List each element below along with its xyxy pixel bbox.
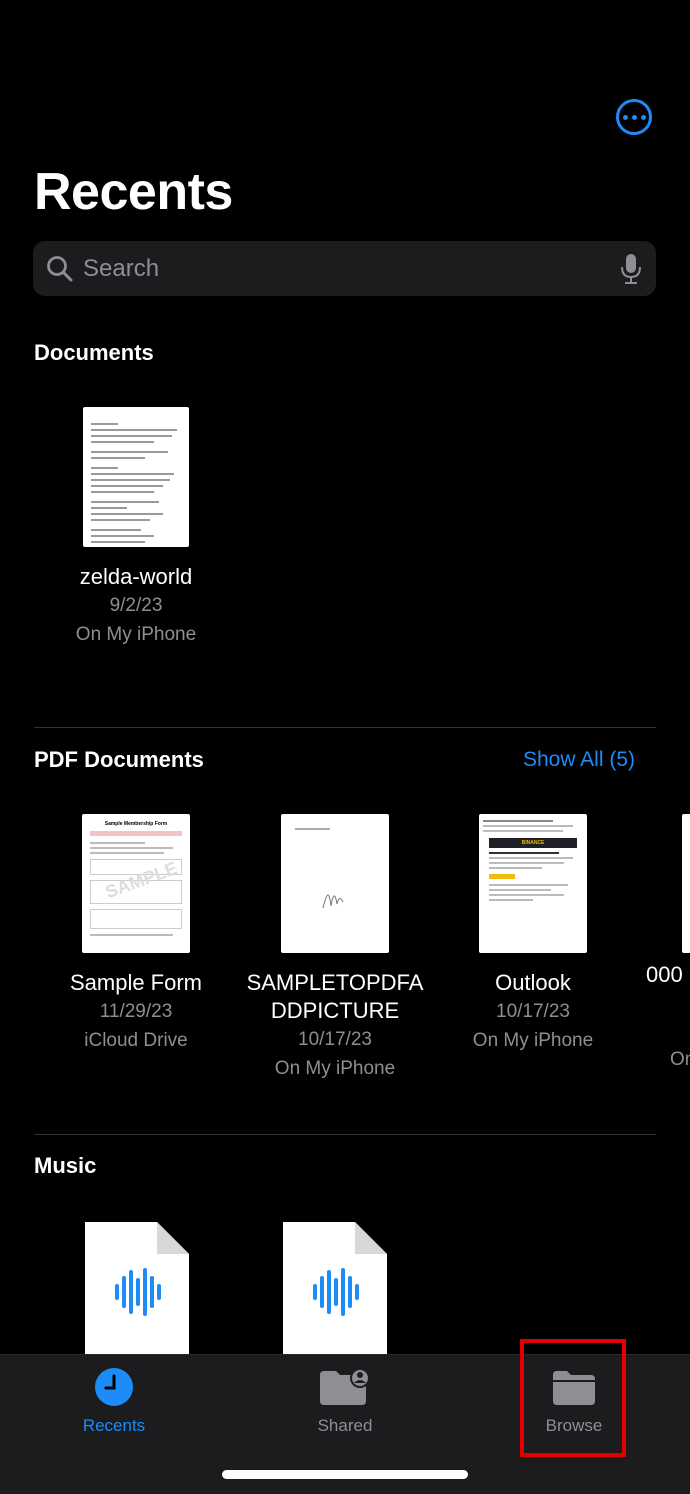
show-all-pdf-link[interactable]: Show All (5)	[523, 748, 635, 772]
file-name: SAMPLETOPDFA DDPICTURE	[246, 970, 424, 1023]
file-date: 10/17/23	[496, 1001, 570, 1022]
browse-tab-highlight-box	[520, 1339, 626, 1457]
file-zelda-world[interactable]: zelda-world 9/2/23 On My iPhone	[36, 407, 236, 649]
file-outlook[interactable]: BINANCE Outlook 10/17/23 On My iPhone	[433, 814, 633, 1055]
file-name: Outlook	[495, 970, 571, 995]
search-input[interactable]	[81, 253, 620, 284]
shared-folder-icon	[320, 1368, 370, 1405]
file-location: iCloud Drive	[84, 1030, 188, 1051]
divider	[34, 727, 656, 728]
search-icon	[47, 255, 73, 281]
file-sampletopdfaddpicture[interactable]: SAMPLETOPDFA DDPICTURE 10/17/23 On My iP…	[235, 814, 435, 1083]
file-date: 9/2/23	[109, 595, 163, 616]
section-title-documents: Documents	[34, 340, 154, 365]
more-options-button[interactable]	[616, 99, 652, 135]
divider	[34, 1134, 656, 1135]
file-location: On My iPhone	[274, 1058, 396, 1079]
signature-image	[322, 894, 344, 909]
page-title: Recents	[34, 163, 233, 221]
file-location: On My iPhone	[75, 624, 197, 645]
section-title-music: Music	[34, 1153, 97, 1178]
file-thumbnail	[83, 407, 189, 547]
home-indicator[interactable]	[222, 1470, 468, 1479]
file-name: Sample Form	[69, 970, 203, 995]
file-date: 10/17/23	[298, 1029, 372, 1050]
file-thumbnail-partial[interactable]	[682, 814, 690, 953]
audio-file-thumbnail[interactable]	[283, 1222, 387, 1358]
file-date: 11/29/23	[99, 1001, 173, 1022]
tab-label: Shared	[317, 1416, 373, 1435]
brand-banner: BINANCE	[489, 838, 577, 848]
file-location: On My iPhone	[472, 1030, 594, 1051]
file-thumbnail: BINANCE	[479, 814, 587, 953]
file-thumbnail: Sample Membership Form SAMPLE	[82, 814, 190, 953]
search-bar[interactable]	[33, 241, 656, 296]
thumbnail-title: Sample Membership Form	[104, 821, 168, 827]
section-title-pdf: PDF Documents	[34, 747, 204, 772]
audio-file-thumbnail[interactable]	[85, 1222, 189, 1358]
file-location-partial: On	[670, 1049, 690, 1070]
file-sample-form[interactable]: Sample Membership Form SAMPLE Sample For…	[36, 814, 236, 1055]
file-name-partial: 000	[646, 962, 683, 987]
clock-icon	[95, 1368, 133, 1406]
microphone-icon[interactable]	[620, 253, 642, 285]
tab-shared[interactable]: Shared	[275, 1367, 415, 1436]
tab-recents[interactable]: Recents	[44, 1367, 184, 1436]
tab-label: Recents	[82, 1416, 146, 1435]
file-thumbnail	[281, 814, 389, 953]
file-name: zelda-world	[79, 564, 193, 589]
